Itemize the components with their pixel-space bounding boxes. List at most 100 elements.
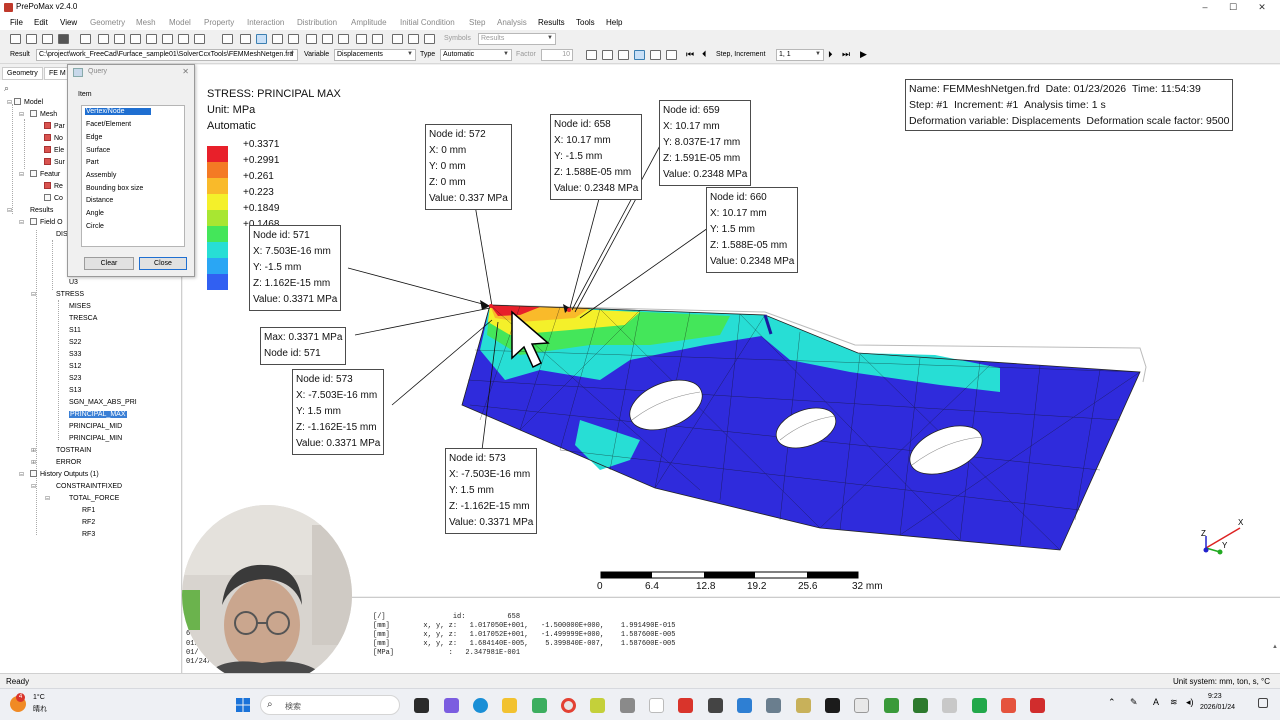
info-deformation-scale: Deformation scale factor: 9500 bbox=[1086, 115, 1230, 127]
app-icon-1[interactable] bbox=[532, 698, 547, 713]
legend-value-5: +0.1849 bbox=[243, 203, 280, 214]
app-icon-3[interactable] bbox=[620, 698, 635, 713]
callout-node-573-b[interactable]: Node id: 573 X: -7.503E-16 mm Y: 1.5 mm … bbox=[445, 448, 538, 534]
callout-659-z: Z: 1.591E-05 mm bbox=[663, 153, 741, 164]
legend-swatch-3 bbox=[207, 178, 228, 194]
start-button[interactable] bbox=[236, 698, 250, 712]
app-icon-2[interactable] bbox=[590, 698, 605, 713]
legend-value-3: +0.261 bbox=[243, 171, 274, 182]
info-time: Time: 11:54:39 bbox=[1131, 83, 1201, 95]
query-item-vertex-node[interactable]: Vertex/Node bbox=[85, 108, 151, 115]
tray-pen-icon[interactable]: ✎ bbox=[1130, 697, 1138, 708]
legend-swatch-8 bbox=[207, 258, 228, 274]
callout-max-node: Node id: 571 bbox=[264, 348, 321, 359]
prepomax-taskbar-icon[interactable] bbox=[1030, 698, 1045, 713]
app-icon-16[interactable] bbox=[1001, 698, 1016, 713]
query-clear-button[interactable]: Clear bbox=[84, 257, 134, 270]
legend-value-4: +0.223 bbox=[243, 187, 274, 198]
app-icon-14[interactable] bbox=[942, 698, 957, 713]
taskbar-search-placeholder: 検索 bbox=[285, 702, 301, 711]
tray-time[interactable]: 9:23 bbox=[1208, 693, 1222, 700]
callout-573a-y: Y: 1.5 mm bbox=[296, 406, 342, 417]
chrome-icon[interactable] bbox=[561, 698, 576, 713]
callout-node-571[interactable]: Node id: 571 X: 7.503E-16 mm Y: -1.5 mm … bbox=[249, 225, 342, 311]
callout-571-value: Value: 0.3371 MPa bbox=[253, 294, 338, 305]
callout-660-z: Z: 1.588E-05 mm bbox=[710, 240, 788, 251]
app-icon-7[interactable] bbox=[737, 698, 752, 713]
query-item-distance[interactable]: Distance bbox=[85, 197, 114, 204]
callout-572-id: Node id: 572 bbox=[429, 129, 486, 140]
query-item-list[interactable]: Vertex/Node Facet/Element Edge Surface P… bbox=[81, 105, 185, 247]
node-marker-658 bbox=[567, 308, 571, 312]
taskbar-search[interactable]: ⌕ 検索 bbox=[260, 695, 400, 715]
scale-tick-2: 12.8 bbox=[696, 581, 716, 592]
callout-658-x: X: 10.17 mm bbox=[554, 135, 611, 146]
status-bar: Ready Unit system: mm, ton, s, °C bbox=[0, 673, 1280, 687]
app-icon-10[interactable] bbox=[825, 698, 840, 713]
query-item-surface[interactable]: Surface bbox=[85, 147, 111, 154]
query-item-angle[interactable]: Angle bbox=[85, 210, 105, 217]
file-explorer-icon[interactable] bbox=[502, 698, 517, 713]
console-line-5: [MPa] : 2.347981E-001 bbox=[373, 649, 521, 657]
unit-system-text: Unit system: mm, ton, s, °C bbox=[1173, 677, 1270, 686]
app-icon-9[interactable] bbox=[796, 698, 811, 713]
tray-date[interactable]: 2026/01/24 bbox=[1200, 704, 1235, 711]
scale-tick-5: 32 mm bbox=[852, 581, 883, 592]
app-icon-13[interactable] bbox=[913, 698, 928, 713]
callout-572-x: X: 0 mm bbox=[429, 145, 467, 156]
console-fragment-3: 01/ bbox=[186, 649, 199, 657]
app-icon-15[interactable] bbox=[972, 698, 987, 713]
query-item-edge[interactable]: Edge bbox=[85, 134, 103, 141]
callout-node-659[interactable]: Node id: 659 X: 10.17 mm Y: 8.037E-17 mm… bbox=[659, 100, 752, 186]
callout-573b-z: Z: -1.162E-15 mm bbox=[449, 501, 530, 512]
query-dialog-title: Query bbox=[88, 68, 108, 75]
app-icon-4[interactable] bbox=[649, 698, 664, 713]
callout-572-z: Z: 0 mm bbox=[429, 177, 466, 188]
query-item-part[interactable]: Part bbox=[85, 159, 100, 166]
tray-ime-icon[interactable]: A bbox=[1153, 697, 1159, 707]
console-line-2: [mm] x, y, z: 1.017050E+001, -1.500000E+… bbox=[373, 622, 676, 630]
callout-659-x: X: 10.17 mm bbox=[663, 121, 720, 132]
copilot-icon[interactable] bbox=[444, 698, 459, 713]
callout-573b-y: Y: 1.5 mm bbox=[449, 485, 495, 496]
edge-icon[interactable] bbox=[473, 698, 488, 713]
scale-tick-3: 19.2 bbox=[747, 581, 767, 592]
tray-chevron-icon[interactable]: ⌃ bbox=[1108, 697, 1116, 708]
task-view-icon[interactable] bbox=[414, 698, 429, 713]
callout-node-572[interactable]: Node id: 572 X: 0 mm Y: 0 mm Z: 0 mm Val… bbox=[425, 124, 512, 210]
callout-571-x: X: 7.503E-16 mm bbox=[253, 246, 331, 257]
scale-tick-4: 25.6 bbox=[798, 581, 818, 592]
notifications-icon[interactable] bbox=[1258, 698, 1268, 708]
app-icon-6[interactable] bbox=[708, 698, 723, 713]
query-item-facet-element[interactable]: Facet/Element bbox=[85, 121, 132, 128]
console-scroll-icon[interactable]: ▲ bbox=[1272, 644, 1278, 650]
callout-658-y: Y: -1.5 mm bbox=[554, 151, 603, 162]
status-text: Ready bbox=[6, 677, 30, 686]
webcam-image bbox=[182, 505, 352, 685]
callout-660-x: X: 10.17 mm bbox=[710, 208, 767, 219]
query-close-button[interactable]: Close bbox=[139, 257, 187, 270]
callout-659-id: Node id: 659 bbox=[663, 105, 720, 116]
app-icon-12[interactable] bbox=[884, 698, 899, 713]
weather-temp: 1°C bbox=[33, 694, 45, 701]
callout-659-y: Y: 8.037E-17 mm bbox=[663, 137, 741, 148]
callout-node-658[interactable]: Node id: 658 X: 10.17 mm Y: -1.5 mm Z: 1… bbox=[550, 114, 643, 200]
app-icon-8[interactable] bbox=[766, 698, 781, 713]
legend-unit: Unit: MPa bbox=[207, 104, 256, 116]
query-close-icon[interactable]: ✕ bbox=[182, 67, 189, 76]
callout-max[interactable]: Max: 0.3371 MPa Node id: 571 bbox=[260, 327, 347, 365]
callout-573a-z: Z: -1.162E-15 mm bbox=[296, 422, 377, 433]
app-icon-11[interactable] bbox=[854, 698, 869, 713]
info-name: Name: FEMMeshNetgen.frd bbox=[909, 83, 1040, 95]
query-dialog: Query ✕ Item Vertex/Node Facet/Element E… bbox=[67, 64, 195, 277]
info-date: Date: 01/23/2026 bbox=[1045, 83, 1127, 95]
app-icon-5[interactable] bbox=[678, 698, 693, 713]
query-item-assembly[interactable]: Assembly bbox=[85, 172, 117, 179]
info-analysis-time: Analysis time: 1 s bbox=[1024, 99, 1106, 111]
callout-node-660[interactable]: Node id: 660 X: 10.17 mm Y: 1.5 mm Z: 1.… bbox=[706, 187, 799, 273]
tray-wifi-icon[interactable]: ≋ bbox=[1170, 697, 1178, 708]
query-item-circle[interactable]: Circle bbox=[85, 223, 105, 230]
tray-volume-icon[interactable]: ◂) bbox=[1186, 697, 1194, 708]
query-item-bounding-box[interactable]: Bounding box size bbox=[85, 185, 144, 192]
callout-node-573-a[interactable]: Node id: 573 X: -7.503E-16 mm Y: 1.5 mm … bbox=[292, 369, 385, 455]
